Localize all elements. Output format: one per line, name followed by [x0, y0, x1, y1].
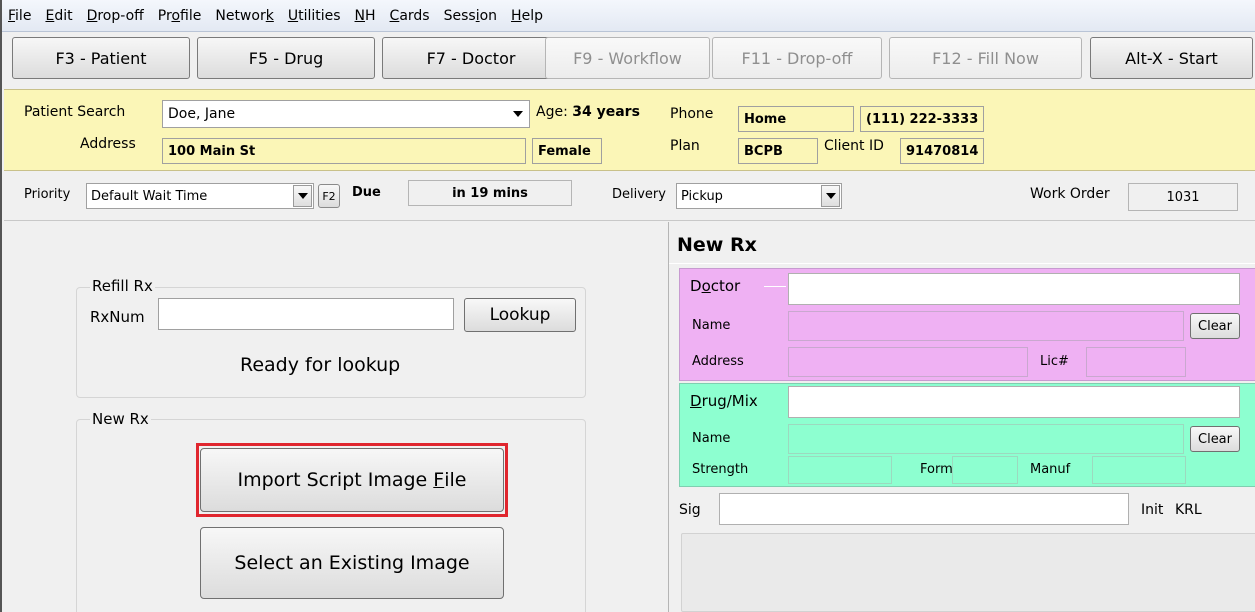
- due-label: Due: [352, 185, 381, 200]
- drug-mix-section: Drug/Mix Name Clear Strength Form Manuf: [679, 383, 1255, 487]
- drug-clear-button[interactable]: Clear: [1190, 426, 1240, 452]
- dropdown-arrow-icon[interactable]: [821, 185, 840, 207]
- left-panel: Refill Rx RxNum Lookup Ready for lookup …: [4, 222, 667, 612]
- form-field: [952, 456, 1018, 484]
- address-field: 100 Main St: [162, 138, 526, 164]
- gender-field: Female: [532, 138, 602, 164]
- doctor-address-field: [788, 347, 1028, 377]
- patient-search-combo[interactable]: Doe, Jane: [162, 100, 530, 128]
- menu-edit[interactable]: Edit: [45, 8, 72, 24]
- delivery-select[interactable]: Pickup: [676, 183, 842, 209]
- lic-field: [1086, 347, 1186, 377]
- menu-network[interactable]: Network: [215, 8, 273, 24]
- lookup-button[interactable]: Lookup: [464, 298, 576, 332]
- f11-drop-off-button[interactable]: F11 - Drop-off: [712, 37, 882, 79]
- patient-panel: Patient Search Doe, Jane Age: 34 years P…: [4, 89, 1255, 171]
- address-label: Address: [80, 136, 136, 152]
- doctor-name-field: [788, 311, 1184, 341]
- new-rx-group-title: New Rx: [90, 410, 151, 428]
- drug-name-field: [788, 424, 1184, 454]
- init-label: Init: [1141, 502, 1164, 518]
- drug-mix-section-title: Drug/Mix: [690, 392, 758, 410]
- order-details-row: Priority Default Wait Time F2 Due in 19 …: [4, 175, 1255, 221]
- form-label: Form: [920, 462, 953, 477]
- age-label: Age: 34 years: [536, 104, 640, 120]
- strength-field: [788, 456, 892, 484]
- doctor-section-title: Doctor: [690, 277, 741, 295]
- menu-session[interactable]: Session: [444, 8, 497, 24]
- highlight-box: [196, 443, 508, 517]
- rxnum-label: RxNum: [90, 308, 145, 326]
- f2-button[interactable]: F2: [318, 184, 340, 208]
- due-value: in 19 mins: [408, 180, 572, 206]
- priority-label: Priority: [24, 187, 71, 202]
- select-existing-image-button[interactable]: Select an Existing Image: [200, 527, 504, 599]
- menu-bar: File Edit Drop-off Profile Network Utili…: [2, 0, 1255, 32]
- work-order-value: 1031: [1128, 183, 1238, 211]
- menu-drop-off[interactable]: Drop-off: [87, 8, 144, 24]
- sig-input[interactable]: [719, 493, 1129, 525]
- menu-nh[interactable]: NH: [355, 8, 376, 24]
- menu-profile[interactable]: Profile: [158, 8, 202, 24]
- doctor-section: Doctor Name Clear Address Lic#: [679, 268, 1255, 381]
- patient-search-label: Patient Search: [24, 104, 126, 120]
- plan-field: BCPB: [738, 138, 818, 164]
- delivery-value: Pickup: [681, 188, 723, 204]
- divider: [764, 286, 786, 287]
- f12-fill-now-button[interactable]: F12 - Fill Now: [889, 37, 1082, 79]
- manuf-label: Manuf: [1030, 462, 1071, 477]
- function-key-toolbar: F3 - Patient F5 - Drug F7 - Doctor F9 - …: [2, 37, 1255, 81]
- rxnum-input[interactable]: [158, 298, 454, 330]
- doctor-name-label: Name: [692, 318, 731, 333]
- strength-label: Strength: [692, 462, 749, 477]
- plan-label: Plan: [670, 138, 700, 154]
- menu-utilities[interactable]: Utilities: [288, 8, 341, 24]
- phone-number-field: (111) 222-3333: [860, 106, 984, 132]
- new-rx-title: New Rx: [677, 234, 757, 256]
- alt-x-start-button[interactable]: Alt-X - Start: [1090, 37, 1253, 79]
- f5-drug-button[interactable]: F5 - Drug: [197, 37, 375, 79]
- pharmacy-window: File Edit Drop-off Profile Network Utili…: [0, 0, 1255, 612]
- drug-name-label: Name: [692, 431, 731, 446]
- menu-help[interactable]: Help: [511, 8, 543, 24]
- priority-select[interactable]: Default Wait Time: [86, 183, 314, 209]
- doctor-search-input[interactable]: [788, 273, 1240, 305]
- lookup-status: Ready for lookup: [240, 354, 401, 376]
- title-divider: [669, 263, 1255, 264]
- patient-search-value: Doe, Jane: [168, 106, 236, 122]
- f3-patient-button[interactable]: F3 - Patient: [12, 37, 190, 79]
- f9-workflow-button[interactable]: F9 - Workflow: [545, 37, 710, 79]
- menu-cards[interactable]: Cards: [390, 8, 430, 24]
- work-order-label: Work Order: [1030, 186, 1110, 202]
- priority-value: Default Wait Time: [91, 188, 208, 204]
- client-id-label: Client ID: [824, 138, 884, 154]
- dropdown-arrow-icon[interactable]: [293, 185, 312, 207]
- f7-doctor-button[interactable]: F7 - Doctor: [382, 37, 560, 79]
- init-value: KRL: [1175, 502, 1202, 518]
- menu-file[interactable]: File: [8, 8, 31, 24]
- phone-type-field: Home: [738, 106, 854, 132]
- lic-label: Lic#: [1040, 354, 1069, 369]
- doctor-clear-button[interactable]: Clear: [1190, 313, 1240, 339]
- dropdown-arrow-icon[interactable]: [513, 111, 523, 117]
- age-value: 34 years: [572, 104, 640, 120]
- notes-area[interactable]: [681, 533, 1255, 612]
- new-rx-panel: New Rx Doctor Name Clear Address Lic# Dr…: [668, 222, 1255, 612]
- phone-label: Phone: [670, 106, 714, 122]
- sig-label: Sig: [679, 502, 701, 518]
- doctor-address-label: Address: [692, 354, 744, 369]
- client-id-field: 91470814: [900, 138, 984, 164]
- refill-rx-title: Refill Rx: [90, 277, 155, 295]
- drug-search-input[interactable]: [788, 386, 1240, 418]
- manuf-field: [1092, 456, 1186, 484]
- delivery-label: Delivery: [612, 187, 666, 202]
